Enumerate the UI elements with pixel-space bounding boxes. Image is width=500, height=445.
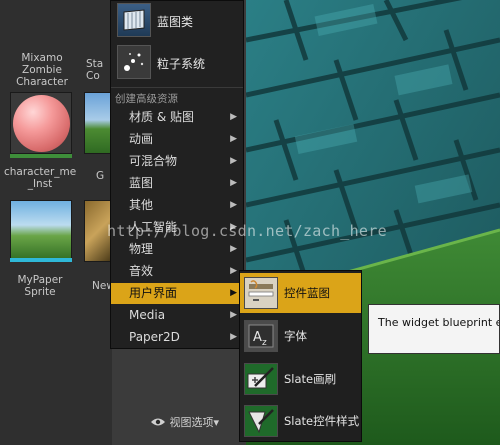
asset-thumbnail-material-sphere[interactable]	[10, 92, 72, 154]
asset-type-bar	[10, 154, 72, 158]
submenu-arrow-icon: ▶	[230, 244, 237, 254]
menu-item-physics[interactable]: 物理 ▶	[111, 239, 243, 260]
content-browser-panel: Mixamo Zombie Character Sta Co character…	[0, 0, 112, 445]
menu-item-animation[interactable]: 动画 ▶	[111, 129, 243, 150]
menu-item-user-interface[interactable]: 用户界面 ▶	[111, 283, 243, 304]
asset-character-me-inst[interactable]: character_me _Inst	[4, 166, 76, 190]
material-sphere-preview	[13, 95, 70, 152]
view-options-button[interactable]: 视图选项▾	[150, 412, 246, 434]
slate-widget-style-icon	[244, 405, 278, 437]
submenu-arrow-icon: ▶	[230, 112, 237, 122]
submenu-item-label: 控件蓝图	[284, 286, 330, 300]
submenu-item-slate-brush[interactable]: Slate画刷	[240, 359, 361, 399]
menu-item-label: 其他	[129, 198, 154, 212]
widget-blueprint-icon	[244, 277, 278, 309]
asset-mixamo-zombie[interactable]: Mixamo Zombie Character	[6, 52, 78, 88]
tooltip: The widget blueprint enables	[368, 304, 500, 354]
submenu-item-slate-widget-style[interactable]: Slate控件样式	[240, 401, 361, 441]
menu-item-label: 音效	[129, 264, 154, 278]
asset-type-bar	[10, 258, 72, 262]
menu-item-label: 用户界面	[129, 286, 178, 300]
menu-item-ai[interactable]: 人工智能 ▶	[111, 217, 243, 238]
svg-text:A: A	[253, 330, 262, 345]
submenu-arrow-icon: ▶	[230, 222, 237, 232]
menu-item-label: 人工智能	[129, 220, 178, 234]
submenu-arrow-icon: ▶	[230, 134, 237, 144]
svg-text:z: z	[262, 338, 267, 348]
asset-partial-3[interactable]: New	[92, 280, 112, 292]
context-menu: 蓝图类 粒子系统 创建高级资源 材质 & 贴图 ▶ 动画 ▶ 可混合物 ▶ 蓝图 ▶ 其…	[110, 0, 244, 349]
menu-item-label: 动画	[129, 132, 154, 146]
asset-thumbnail-landscape[interactable]	[84, 92, 112, 154]
particle-system-icon	[117, 45, 151, 79]
menu-item-media[interactable]: Media ▶	[111, 305, 243, 326]
submenu-item-label: Slate画刷	[284, 372, 337, 386]
blueprint-class-icon	[117, 3, 151, 37]
menu-item-label: Media	[129, 308, 166, 322]
menu-item-label: 材质 & 贴图	[129, 110, 194, 124]
submenu-item-label: Slate控件样式	[284, 414, 360, 428]
asset-partial-1[interactable]: Sta Co	[86, 58, 112, 82]
menu-item-blueprints[interactable]: 蓝图 ▶	[111, 173, 243, 194]
user-interface-submenu: 控件蓝图 Az 字体 Slate画刷 Slate控件样式	[239, 270, 362, 442]
submenu-item-font[interactable]: Az 字体	[240, 316, 361, 356]
submenu-arrow-icon: ▶	[230, 266, 237, 276]
menu-item-label: 蓝图类	[157, 15, 194, 29]
asset-mypaper-sprite[interactable]: MyPaper Sprite	[4, 274, 76, 298]
eye-icon	[150, 413, 166, 426]
asset-thumbnail-new[interactable]	[84, 200, 112, 262]
menu-item-label: 物理	[129, 242, 154, 256]
submenu-arrow-icon: ▶	[230, 332, 237, 342]
chevron-down-icon: ▾	[213, 416, 220, 429]
menu-item-materials-textures[interactable]: 材质 & 贴图 ▶	[111, 107, 243, 128]
slate-brush-icon	[244, 363, 278, 395]
submenu-arrow-icon: ▶	[230, 178, 237, 188]
menu-item-sounds[interactable]: 音效 ▶	[111, 261, 243, 282]
submenu-arrow-icon: ▶	[230, 310, 237, 320]
submenu-arrow-icon: ▶	[230, 200, 237, 210]
view-options-label: 视图选项	[169, 416, 214, 429]
font-icon: Az	[244, 320, 278, 352]
menu-item-label: 可混合物	[129, 154, 178, 168]
menu-item-miscellaneous[interactable]: 其他 ▶	[111, 195, 243, 216]
menu-divider	[111, 87, 243, 88]
menu-section-header: 创建高级资源	[115, 93, 178, 105]
menu-item-blendables[interactable]: 可混合物 ▶	[111, 151, 243, 172]
submenu-item-widget-blueprint[interactable]: 控件蓝图	[240, 273, 361, 313]
menu-item-blueprint-class[interactable]: 蓝图类	[111, 1, 243, 39]
menu-item-paper2d[interactable]: Paper2D ▶	[111, 327, 243, 348]
submenu-arrow-icon: ▶	[230, 156, 237, 166]
menu-item-particle-system[interactable]: 粒子系统	[111, 43, 243, 81]
menu-item-label: 粒子系统	[157, 57, 206, 71]
asset-thumbnail-mypaper-sprite[interactable]	[10, 200, 72, 262]
menu-item-label: Paper2D	[129, 330, 180, 344]
submenu-arrow-icon: ▶	[230, 288, 237, 298]
menu-item-label: 蓝图	[129, 176, 154, 190]
submenu-item-label: 字体	[284, 329, 307, 343]
